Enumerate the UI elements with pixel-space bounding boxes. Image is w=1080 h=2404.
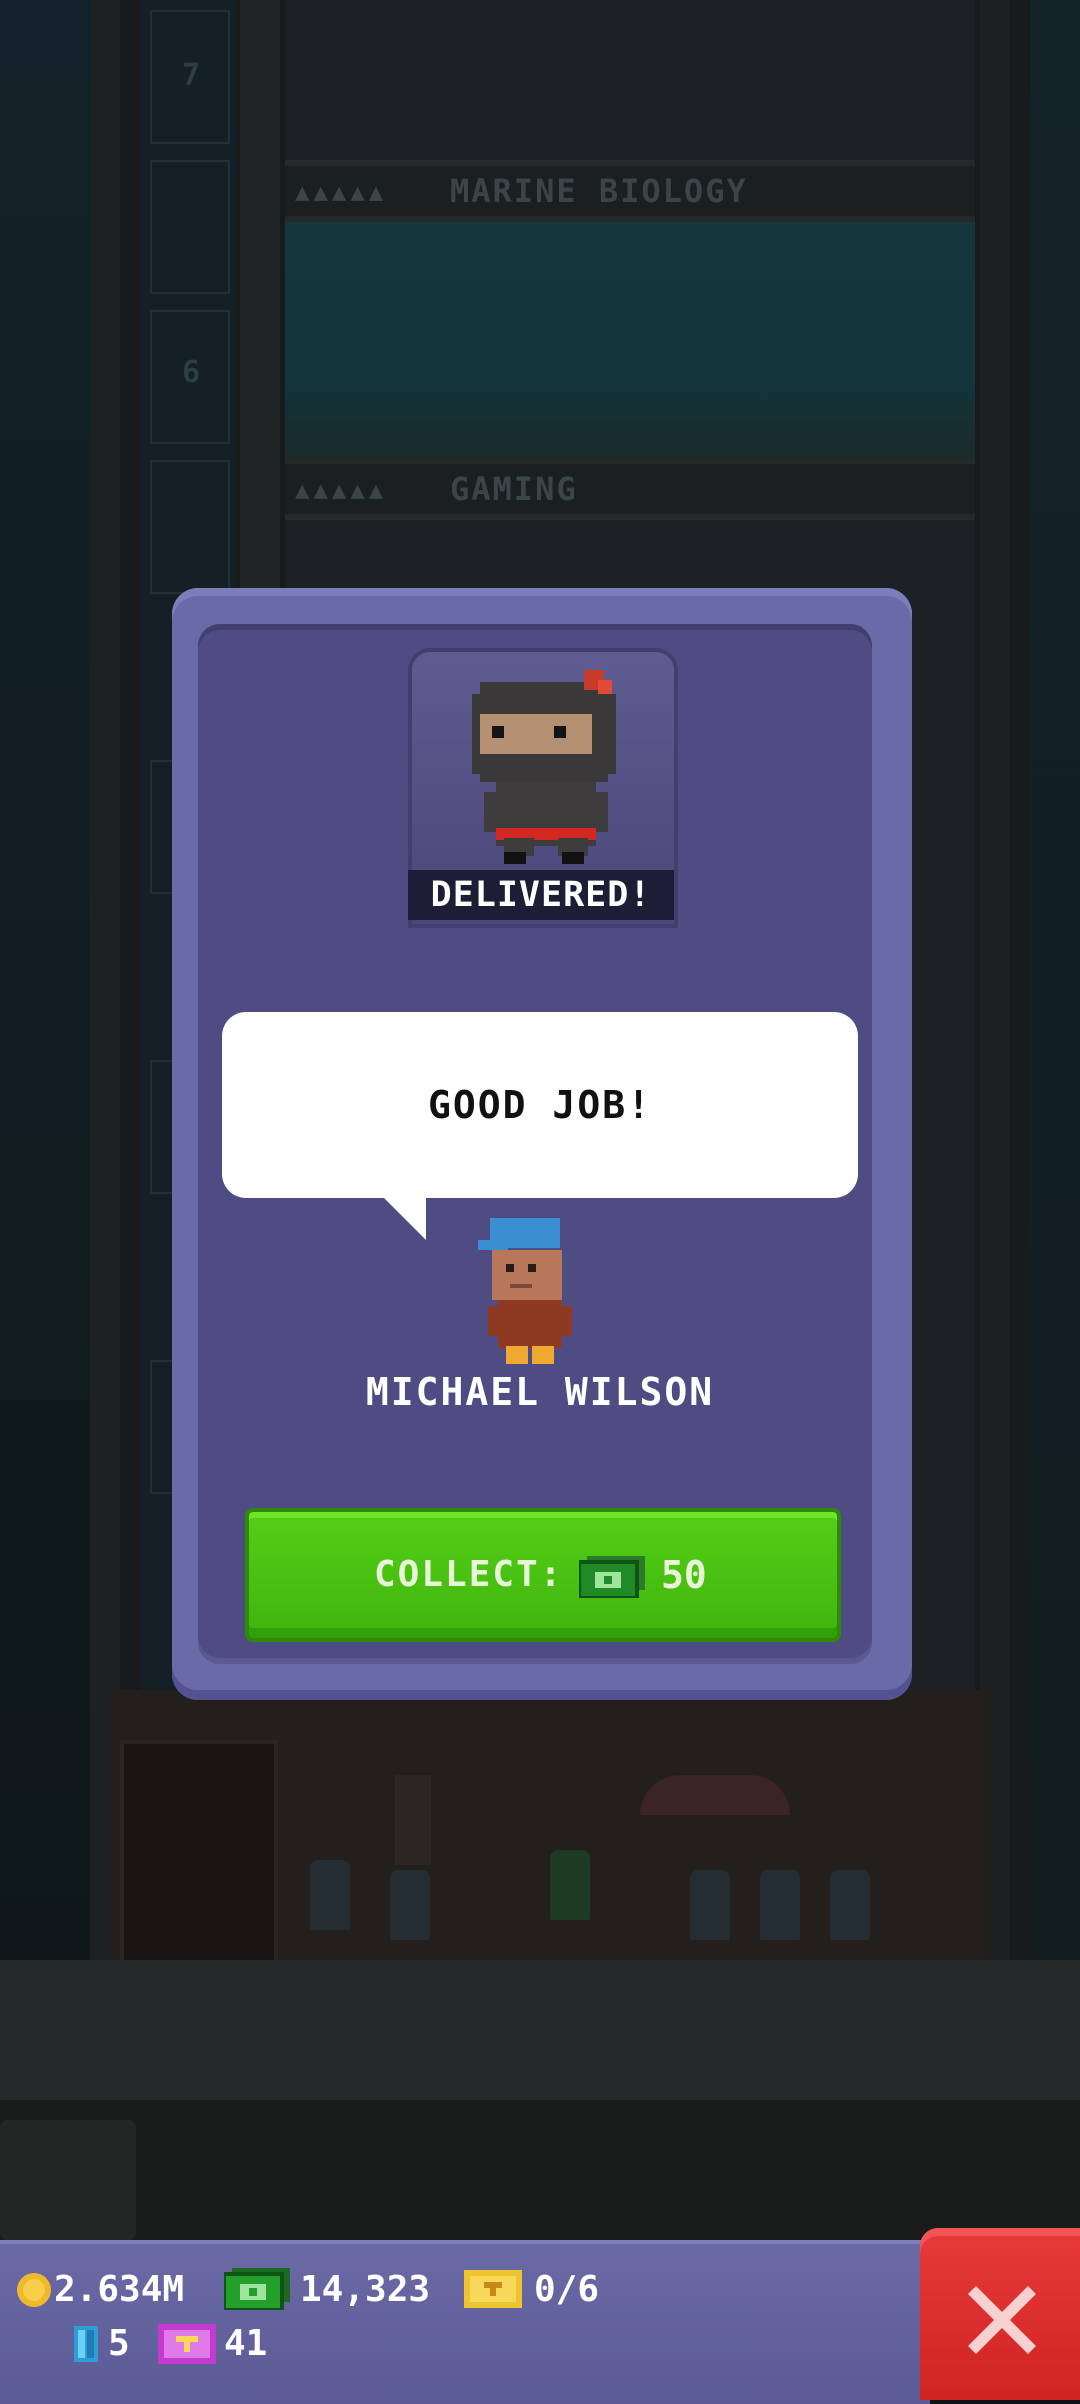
tower-frame [90,0,120,1960]
speech-bubble: GOOD JOB! [222,1012,858,1198]
golden-ticket-icon [158,2324,216,2364]
floor-label: ▲▲▲▲▲ GAMING [285,458,975,520]
coins-value: 2.634M [54,2269,185,2310]
speech-bubble-tail [382,1196,426,1240]
npc-figure [760,1870,800,1940]
lobby-sign [395,1775,431,1865]
golden-tickets-value: 41 [224,2323,268,2364]
floor-rating-icon: ▲▲▲▲▲ [295,476,388,504]
bux-icon [224,2268,290,2310]
elevator-level-value: 5 [108,2323,130,2364]
elevator-floor-number: 6 [182,355,201,390]
coin-icon [17,2273,51,2307]
customer-character-icon [478,1218,572,1364]
tickets-value: 0/6 [534,2269,600,2310]
collect-amount: 50 [661,1553,707,1597]
npc-figure [550,1850,590,1920]
floor-label: ▲▲▲▲▲ MARINE BIOLOGY [285,160,975,222]
collect-button[interactable]: COLLECT: 50 [245,1508,841,1642]
close-icon [968,2286,1036,2354]
npc-figure [390,1870,430,1940]
elevator-floor-number: 7 [182,58,201,93]
elevator-floor-cell [150,160,230,294]
menu-button-dimmed [0,2120,136,2240]
close-button[interactable] [920,2228,1080,2400]
tower-frame [980,0,1010,1960]
bux-icon [579,1556,645,1598]
tower-floor [285,0,975,160]
npc-figure [690,1870,730,1940]
collect-label: COLLECT: [374,1554,564,1595]
npc-figure [830,1870,870,1940]
npc-figure [310,1860,350,1930]
customer-name: MICHAEL WILSON [365,1370,715,1414]
ticket-icon [464,2270,522,2308]
street [0,1960,1080,2100]
floor-name: GAMING [450,470,578,508]
delivered-status-label: DELIVERED! [408,870,674,920]
elevator-icon [74,2326,98,2362]
floor-name: MARINE BIOLOGY [450,172,748,210]
tower-floor [285,222,975,458]
resource-bar: 2.634M 14,323 0/6 5 41 [0,2240,930,2404]
bux-value: 14,323 [300,2269,431,2310]
lobby-door [120,1740,278,1968]
elevator-floor-cell [150,460,230,594]
street-lower [0,2100,1080,2240]
umbrella [640,1775,790,1815]
speech-text: GOOD JOB! [428,1083,652,1127]
floor-rating-icon: ▲▲▲▲▲ [295,178,388,206]
